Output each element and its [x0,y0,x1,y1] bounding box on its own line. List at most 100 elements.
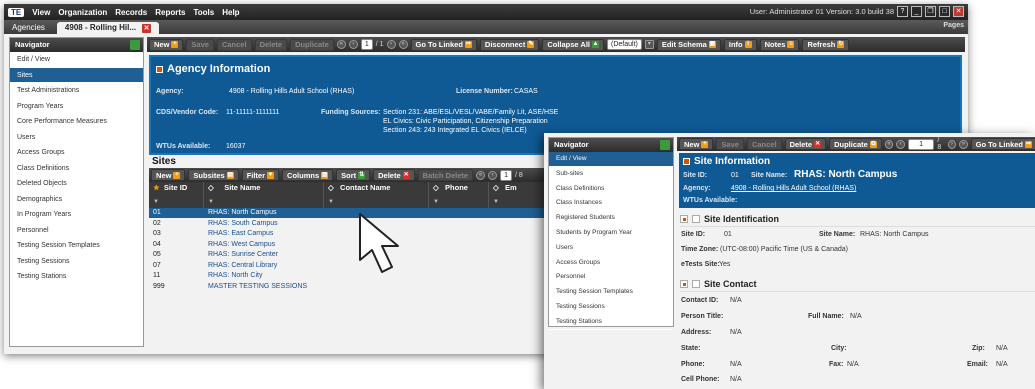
agency-link[interactable]: 4908 - Rolling Hills Adult School (RHAS) [731,185,856,192]
nav-item-testing-stations[interactable]: Testing Stations [10,269,143,285]
nav-item-testing-session-templates[interactable]: Testing Session Templates [10,238,143,254]
menu-help[interactable]: Help [222,8,239,17]
navigator-pin-icon[interactable] [660,140,670,150]
col-phone[interactable]: ◇ Phone [429,182,489,199]
table-row[interactable]: 03 RHAS: East Campus [149,229,549,240]
cancel-button[interactable]: Cancel [746,138,782,150]
nav2-item-class-definitions[interactable]: Class Definitions [549,182,673,197]
filter-icon[interactable]: ▼ [204,199,324,208]
sort-button[interactable]: Sort ⇅ [336,169,371,181]
last-page-icon[interactable]: » [959,139,968,149]
col-site-id[interactable]: ★ Site ID [149,182,204,199]
view-select[interactable]: (Default) [607,39,642,50]
table-row[interactable]: 02 RHAS: South Campus [149,219,549,229]
nav-item-deleted-objects[interactable]: Deleted Objects [10,176,143,192]
table-row[interactable]: 11 RHAS: North City [149,271,549,282]
col-contact-name[interactable]: ◇ Contact Name [324,182,429,199]
restore-icon[interactable]: ❐ [925,6,936,17]
tab-agencies[interactable]: Agencies [4,22,53,34]
nav-item-program-years[interactable]: Program Years [10,99,143,114]
menu-organization[interactable]: Organization [58,8,107,17]
nav2-item-registered-students[interactable]: Registered Students [549,211,673,226]
menu-reports[interactable]: Reports [155,8,185,17]
table-row[interactable]: 05 RHAS: Sunrise Center [149,250,549,261]
batch-delete-button[interactable]: Batch Delete [417,169,474,181]
chevron-down-icon[interactable]: ▾ [644,40,654,49]
nav2-item-personnel[interactable]: Personnel [549,270,673,286]
nav-item-demographics[interactable]: Demographics [10,192,143,207]
duplicate-button[interactable]: Duplicate ⧉ [829,138,882,150]
nav2-item-testing-session-templates[interactable]: Testing Session Templates [549,285,673,300]
next-page-icon[interactable]: › [386,40,396,49]
nav-item-users[interactable]: Users [10,130,143,145]
first-page-icon[interactable]: « [884,139,894,149]
new-button[interactable]: New + [149,38,184,51]
nav-item-test-administrations[interactable]: Test Administrations [10,83,143,99]
columns-button[interactable]: Columns ▥ [282,169,334,181]
notes-button[interactable]: Notes ≡ [759,38,800,51]
nav-item-edit-view[interactable]: Edit / View [10,52,143,68]
table-row[interactable]: 01 RHAS: North Campus [149,208,549,219]
filter-icon[interactable]: ▼ [429,199,489,208]
filter-button[interactable]: Filter ▼ [241,169,280,181]
nav2-item-users[interactable]: Users [549,241,673,256]
page-input[interactable]: 1 [907,138,935,150]
refresh-button[interactable]: Refresh ↻ [802,38,850,51]
sites-prev-page-icon[interactable]: ‹ [488,170,498,180]
delete-button[interactable]: Delete [254,38,288,51]
table-row[interactable]: 999 MASTER TESTING SESSIONS [149,282,549,292]
new-button[interactable]: New + [679,138,714,150]
cancel-button[interactable]: Cancel [216,38,252,51]
delete-button[interactable]: Delete ✕ [784,138,827,150]
nav-item-sites[interactable]: Sites [10,67,143,83]
minimize-icon[interactable]: _ [911,6,922,17]
duplicate-button[interactable]: Duplicate [290,38,334,51]
collapse-icon[interactable] [680,280,688,288]
close-icon[interactable]: ✕ [953,6,964,17]
subsites-button[interactable]: Subsites ▤ [188,169,239,181]
filter-icon[interactable]: ▼ [324,199,429,208]
nav2-item-class-instances[interactable]: Class Instances [549,196,673,212]
save-button[interactable]: Save [716,138,744,150]
tab-rolling-hills[interactable]: 4908 - Rolling Hil... ✕ [56,22,160,34]
collapse-icon[interactable] [680,215,688,223]
col-email[interactable]: ◇ Em [489,182,549,199]
nav2-item-testing-sessions[interactable]: Testing Sessions [549,300,673,315]
nav-item-access-groups[interactable]: Access Groups [10,145,143,161]
pages-button[interactable]: Pages [943,22,964,29]
info-button[interactable]: Info i [723,38,757,51]
go-to-linked-button[interactable]: Go To Linked ⇒ [410,38,477,51]
nav-item-core-performance[interactable]: Core Performance Measures [10,114,143,130]
filter-icon[interactable]: ▼ [489,199,549,208]
nav2-item-testing-stations[interactable]: Testing Stations [549,315,673,330]
nav-item-personnel[interactable]: Personnel [10,223,143,238]
nav2-item-students-by-year[interactable]: Students by Program Year [549,226,673,241]
nav-item-class-definitions[interactable]: Class Definitions [10,161,143,176]
nav2-item-sub-sites[interactable]: Sub-sites [549,167,673,182]
sites-delete-button[interactable]: Delete ✕ [373,169,415,181]
nav-item-testing-sessions[interactable]: Testing Sessions [10,254,143,269]
close-tab-icon[interactable]: ✕ [142,23,152,33]
next-page-icon[interactable]: › [947,139,957,149]
edit-schema-button[interactable]: Edit Schema ▦ [656,38,721,51]
filter-icon[interactable]: ▼ [149,199,204,208]
page-input[interactable]: 1 [360,39,373,50]
table-row[interactable]: 04 RHAS: West Campus [149,240,549,250]
prev-page-icon[interactable]: ‹ [348,40,358,49]
menu-tools[interactable]: Tools [193,8,214,17]
menu-view[interactable]: View [32,8,50,17]
sites-new-button[interactable]: New + [151,169,186,181]
navigator-pin-icon[interactable] [130,40,140,50]
nav2-item-edit-view[interactable]: Edit / View [549,152,673,167]
last-page-icon[interactable]: » [398,40,408,49]
col-site-name[interactable]: ◇ Site Name [204,182,324,199]
help-icon[interactable]: ? [897,6,908,17]
sites-page-input[interactable]: 1 [500,169,512,181]
maximize-icon[interactable]: □ [939,6,950,17]
nav2-item-access-groups[interactable]: Access Groups [549,256,673,271]
save-button[interactable]: Save [186,38,214,51]
prev-page-icon[interactable]: ‹ [896,139,905,149]
menu-records[interactable]: Records [115,8,147,17]
sites-first-page-icon[interactable]: « [476,170,486,180]
disconnect-button[interactable]: Disconnect ✎ [479,38,540,51]
